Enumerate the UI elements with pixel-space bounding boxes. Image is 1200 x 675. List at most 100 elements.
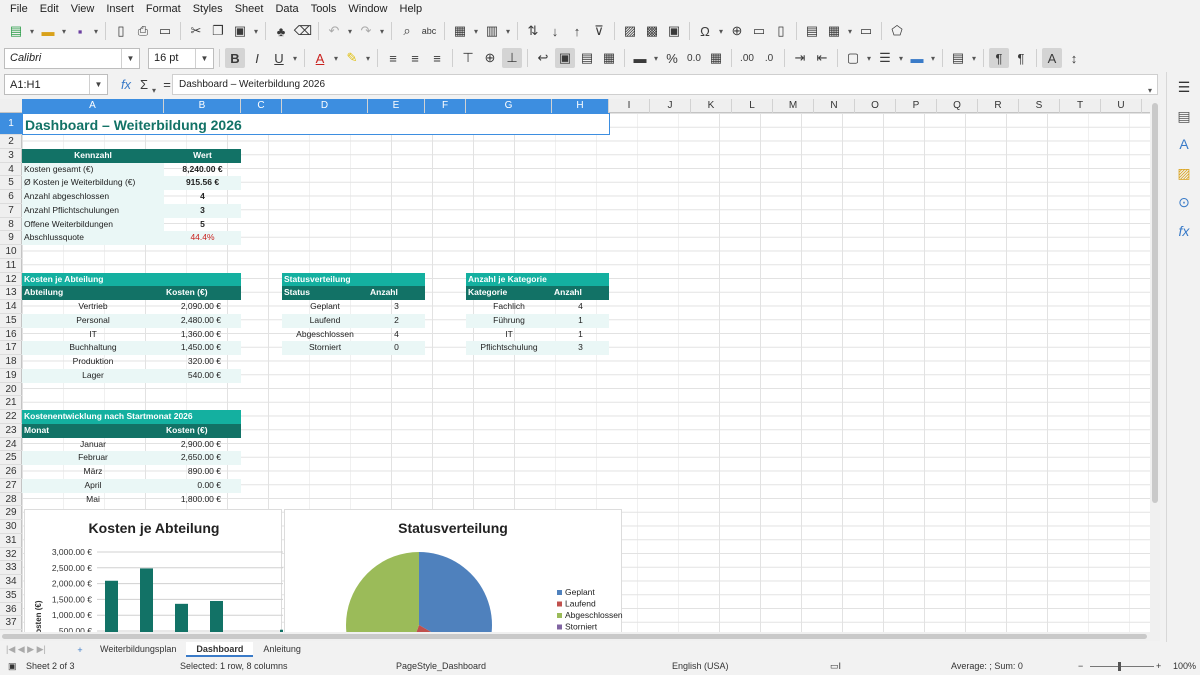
row-header-3[interactable]: 3 <box>0 149 22 163</box>
kpi-value[interactable]: 44.4% <box>164 231 241 245</box>
header-monat[interactable]: Monat <box>22 423 164 438</box>
hyperlink-icon[interactable]: ⊕ <box>727 21 747 41</box>
dept-name[interactable]: Personal <box>22 313 164 328</box>
row-header-15[interactable]: 15 <box>0 314 22 328</box>
underline-dropdown-icon[interactable]: ▾ <box>291 48 299 68</box>
underline-icon[interactable]: U <box>269 48 289 68</box>
menu-item-format[interactable]: Format <box>140 3 187 15</box>
status-value[interactable]: 0 <box>368 341 425 355</box>
row-header-7[interactable]: 7 <box>0 204 22 218</box>
row-header-12[interactable]: 12 <box>0 273 22 287</box>
row-header-2[interactable]: 2 <box>0 135 22 149</box>
font-color-icon[interactable]: A <box>310 48 330 68</box>
print-icon[interactable]: ⎙ <box>133 21 153 41</box>
menu-item-insert[interactable]: Insert <box>100 3 140 15</box>
column-header-i[interactable]: I <box>609 99 650 113</box>
row-header-19[interactable]: 19 <box>0 369 22 383</box>
row-header-6[interactable]: 6 <box>0 190 22 204</box>
row-header-29[interactable]: 29 <box>0 506 22 520</box>
define-print-area-icon[interactable]: ▤ <box>802 21 822 41</box>
month-value[interactable]: 0.00 € <box>164 478 241 493</box>
scroll-thumb[interactable] <box>1152 103 1158 503</box>
dashboard-title[interactable]: Dashboard – Weiterbildung 2026 <box>22 113 610 135</box>
row-header-36[interactable]: 36 <box>0 603 22 617</box>
column-header-s[interactable]: S <box>1019 99 1060 113</box>
dept-value[interactable]: 2,090.00 € <box>164 300 241 314</box>
border-color-dropdown-icon[interactable]: ▾ <box>929 48 937 68</box>
column-header-n[interactable]: N <box>814 99 855 113</box>
column-header-g[interactable]: G <box>466 99 552 113</box>
kpi-label[interactable]: Kosten gesamt (€) <box>22 162 164 177</box>
split-window-icon[interactable]: ▭ <box>856 21 876 41</box>
month-name[interactable]: März <box>22 465 164 479</box>
highlight-dropdown-icon[interactable]: ▾ <box>364 48 372 68</box>
menu-item-sheet[interactable]: Sheet <box>229 3 270 15</box>
merge-center-icon[interactable]: ▣ <box>555 48 575 68</box>
sort-icon[interactable]: ⇅ <box>523 21 543 41</box>
styles-icon[interactable]: A <box>1174 134 1194 154</box>
row-header-37[interactable]: 37 <box>0 616 22 630</box>
kpi-label[interactable]: Offene Weiterbildungen <box>22 217 164 232</box>
increase-indent-icon[interactable]: ⇥ <box>790 48 810 68</box>
header-anzahl[interactable]: Anzahl <box>368 286 425 300</box>
column-header-a[interactable]: A <box>22 99 164 113</box>
menu-item-file[interactable]: File <box>4 3 34 15</box>
redo-dropdown-icon[interactable]: ▾ <box>378 21 386 41</box>
borders-icon[interactable]: ▢ <box>843 48 863 68</box>
column-icon[interactable]: ▥ <box>482 21 502 41</box>
navigator-icon[interactable]: ⊙ <box>1174 192 1194 212</box>
row-header-14[interactable]: 14 <box>0 300 22 314</box>
month-value[interactable]: 890.00 € <box>164 465 241 479</box>
dept-name[interactable]: Buchhaltung <box>22 341 164 355</box>
column-dropdown-icon[interactable]: ▾ <box>504 21 512 41</box>
row-header-23[interactable]: 23 <box>0 424 22 438</box>
menu-item-tools[interactable]: Tools <box>305 3 343 15</box>
cut-icon[interactable]: ✂ <box>186 21 206 41</box>
formula-input[interactable]: Dashboard – Weiterbildung 2026 <box>172 74 1158 95</box>
align-bottom-icon[interactable]: ⊥ <box>502 48 522 68</box>
highlight-color-icon[interactable]: ✎ <box>342 48 362 68</box>
dept-name[interactable]: Vertrieb <box>22 300 164 314</box>
row-header-17[interactable]: 17 <box>0 341 22 355</box>
spreadsheet-grid[interactable]: ABCDEFGHIJKLMNOPQRSTU 1 2 3 4 5 6 7 8 9 10 11 12 13 1… <box>0 99 1160 632</box>
kpi-label[interactable]: Ø Kosten je Weiterbildung (€) <box>22 176 164 190</box>
row-header-26[interactable]: 26 <box>0 465 22 479</box>
month-value[interactable]: 2,650.00 € <box>164 451 241 465</box>
status-name[interactable]: Abgeschlossen <box>282 328 368 342</box>
conditional-dropdown-icon[interactable]: ▾ <box>970 48 978 68</box>
border-style-icon[interactable]: ☰ <box>875 48 895 68</box>
text-orientation-horizontal-icon[interactable]: A <box>1042 48 1062 68</box>
row-header-25[interactable]: 25 <box>0 451 22 465</box>
menu-item-styles[interactable]: Styles <box>187 3 229 15</box>
pivot-table-icon[interactable]: ▣ <box>664 21 684 41</box>
row-header-31[interactable]: 31 <box>0 534 22 548</box>
section-statusverteilung[interactable]: Statusverteilung <box>282 272 425 287</box>
category-name[interactable]: Führung <box>466 313 552 328</box>
freeze-rows-columns-icon[interactable]: ▦ <box>824 21 844 41</box>
decrease-indent-icon[interactable]: ⇤ <box>812 48 832 68</box>
font-size-box[interactable]: 16 pt ▼ <box>148 47 214 69</box>
font-color-dropdown-icon[interactable]: ▾ <box>332 48 340 68</box>
open-folder-icon[interactable]: ▬ <box>38 21 58 41</box>
column-header-u[interactable]: U <box>1101 99 1142 113</box>
currency-format-icon[interactable]: ▬ <box>630 48 650 68</box>
kpi-label[interactable]: Anzahl abgeschlossen <box>22 190 164 204</box>
add-sheet-icon[interactable]: + <box>70 645 90 655</box>
row-header-22[interactable]: 22 <box>0 410 22 424</box>
status-value[interactable]: 2 <box>368 313 425 328</box>
align-left-icon[interactable]: ≡ <box>383 48 403 68</box>
gallery-icon[interactable]: ▨ <box>1174 163 1194 183</box>
row-header-5[interactable]: 5 <box>0 176 22 190</box>
border-color-icon[interactable]: ▬ <box>907 48 927 68</box>
row-header-20[interactable]: 20 <box>0 383 22 397</box>
chevron-down-icon[interactable]: ▼ <box>89 75 107 94</box>
clear-formatting-icon[interactable]: ⌫ <box>293 21 313 41</box>
header-status[interactable]: Status <box>282 286 368 300</box>
sidebar-menu-icon[interactable]: ☰ <box>1174 77 1194 97</box>
section-kosten-je-abteilung[interactable]: Kosten je Abteilung <box>22 272 241 287</box>
kpi-header-wert[interactable]: Wert <box>164 148 241 163</box>
save-dropdown-icon[interactable]: ▾ <box>92 21 100 41</box>
merge-cells-icon[interactable]: ▤ <box>577 48 597 68</box>
month-value[interactable]: 1,800.00 € <box>164 493 241 507</box>
copy-icon[interactable]: ❐ <box>208 21 228 41</box>
